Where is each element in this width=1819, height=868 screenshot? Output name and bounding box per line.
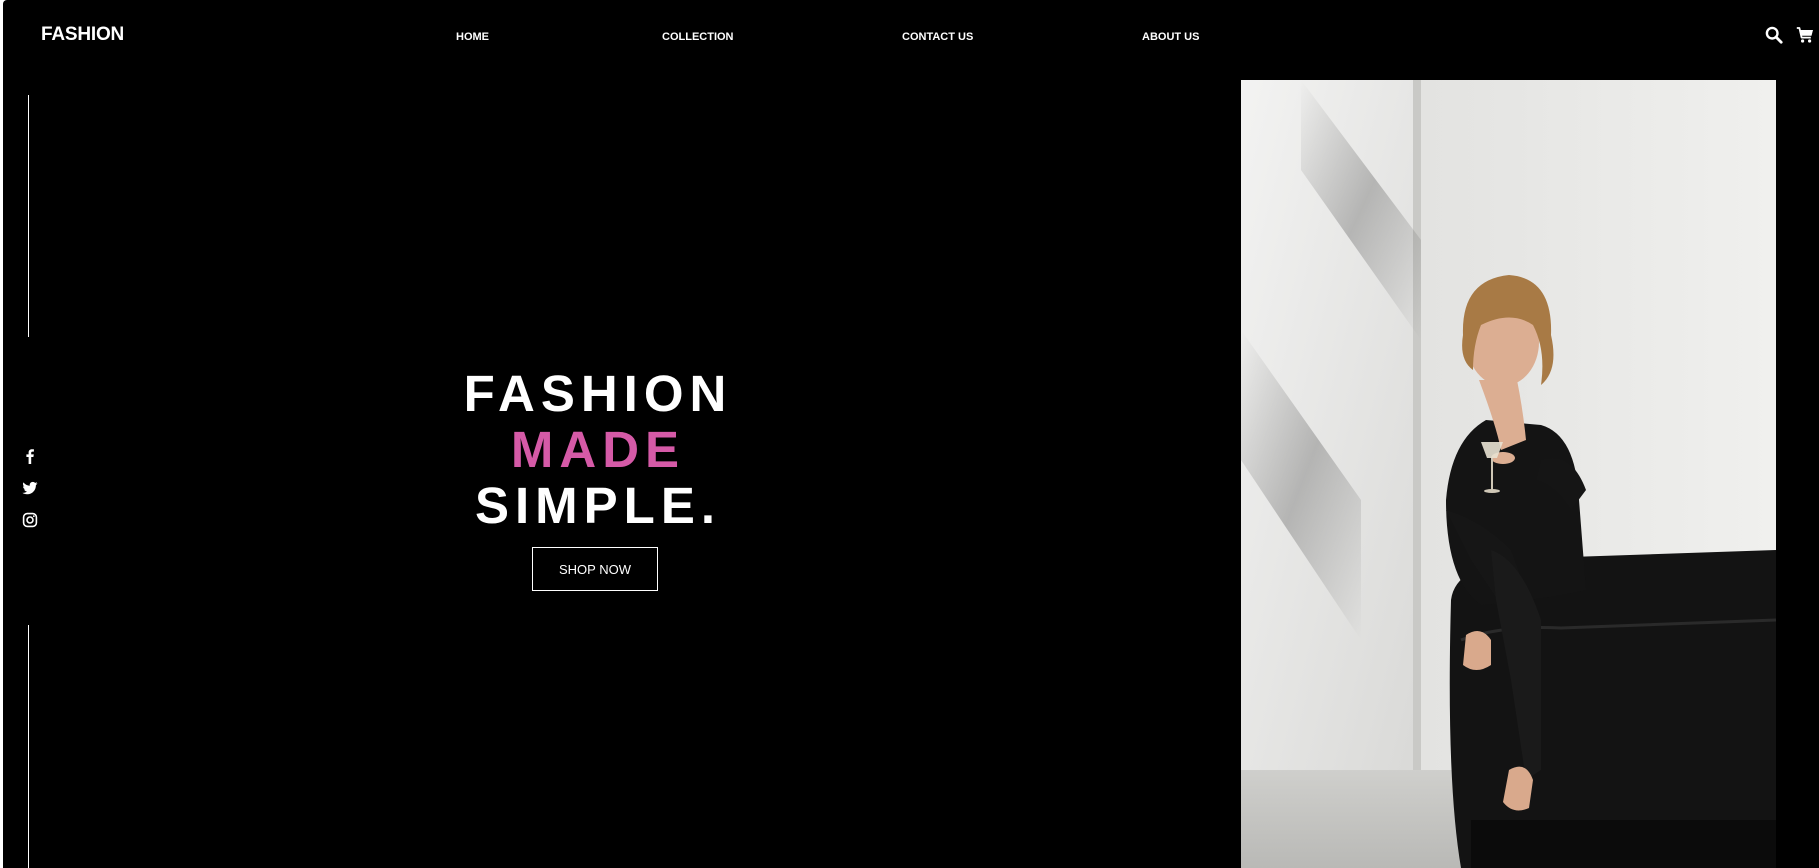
hero-line-1: FASHION — [463, 365, 733, 422]
page: FASHION HOME COLLECTION CONTACT US ABOUT… — [3, 0, 1819, 868]
nav-collection-link[interactable]: COLLECTION — [662, 30, 734, 44]
cart-icon[interactable] — [1796, 26, 1814, 44]
hero-line-3: SIMPLE. — [474, 477, 722, 534]
rail-divider-top — [28, 95, 29, 337]
hero-heading: FASHION MADE SIMPLE. — [383, 366, 813, 534]
instagram-icon[interactable] — [22, 512, 38, 528]
main-nav: HOME COLLECTION CONTACT US ABOUT US — [3, 30, 1303, 44]
search-icon[interactable] — [1765, 26, 1783, 44]
twitter-icon[interactable] — [22, 480, 38, 496]
hero-photo — [1241, 80, 1776, 868]
facebook-icon[interactable] — [22, 448, 38, 464]
hero-line-2: MADE — [510, 421, 686, 478]
nav-about-link[interactable]: ABOUT US — [1142, 30, 1199, 44]
nav-contact-link[interactable]: CONTACT US — [902, 30, 973, 44]
shop-now-button[interactable]: SHOP NOW — [532, 547, 658, 591]
nav-home-link[interactable]: HOME — [456, 30, 489, 44]
rail-divider-bottom — [28, 625, 29, 868]
